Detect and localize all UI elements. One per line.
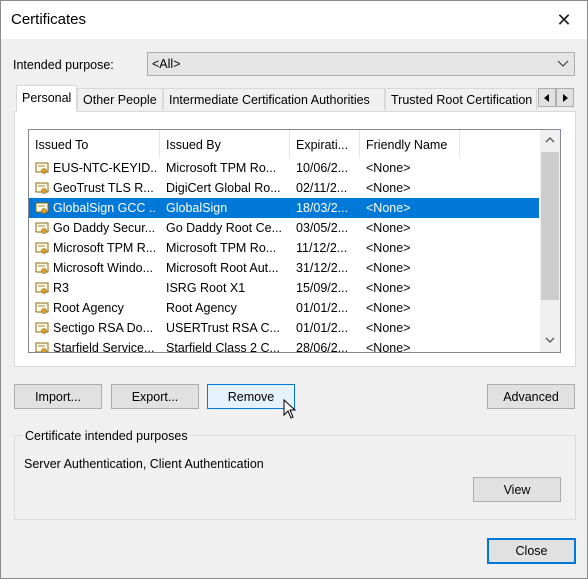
cell-expiration: 03/05/2... [296, 221, 349, 235]
cell-expiration: 01/01/2... [296, 321, 349, 335]
view-button[interactable]: View [473, 477, 561, 502]
cell-friendly-name: <None> [366, 321, 411, 335]
certificates-dialog: Certificates ✕ Intended purpose: <All> P… [0, 0, 588, 579]
cell-friendly-name: <None> [366, 301, 411, 315]
remove-button[interactable]: Remove [207, 384, 295, 409]
certificate-icon [35, 262, 49, 274]
certificate-icon [35, 342, 49, 352]
cell-issued-to: EUS-NTC-KEYID... [53, 161, 157, 175]
cell-issued-by: GlobalSign [166, 201, 228, 215]
tab-intermediate-ca[interactable]: Intermediate Certification Authorities [163, 88, 385, 110]
export-button[interactable]: Export... [111, 384, 199, 409]
cell-issued-to: Microsoft TPM R... [53, 241, 157, 255]
table-row[interactable]: Go Daddy Secur... Go Daddy Root Ce... 03/0… [29, 218, 539, 238]
tab-other-people-label: Other People [83, 93, 157, 107]
cell-issued-by: Go Daddy Root Ce... [166, 221, 282, 235]
intended-purpose-dropdown[interactable]: <All> [147, 52, 575, 76]
table-row[interactable]: Microsoft TPM R... Microsoft TPM Ro... 11/… [29, 238, 539, 258]
certificate-icon [35, 282, 49, 294]
vertical-scrollbar[interactable] [540, 130, 560, 352]
window-title: Certificates [11, 11, 87, 28]
certificate-icon [35, 222, 49, 234]
certificate-icon [35, 322, 49, 334]
certificate-icon [35, 202, 49, 214]
scroll-up-icon[interactable] [545, 136, 555, 144]
cell-friendly-name: <None> [366, 201, 411, 215]
table-row[interactable]: GeoTrust TLS R... DigiCert Global Ro... 02… [29, 178, 539, 198]
certificate-icon [35, 182, 49, 194]
column-header-expiration[interactable]: Expirati... [290, 130, 360, 158]
cell-issued-by: DigiCert Global Ro... [166, 181, 281, 195]
purposes-title: Certificate intended purposes [23, 429, 190, 443]
cell-issued-by: ISRG Root X1 [166, 281, 246, 295]
cell-friendly-name: <None> [366, 261, 411, 275]
tab-scroll-right-icon[interactable] [556, 88, 574, 107]
scroll-down-icon[interactable] [545, 336, 555, 344]
cell-friendly-name: <None> [366, 241, 411, 255]
cell-friendly-name: <None> [366, 341, 411, 353]
cell-issued-to: Starfield Service... [53, 341, 155, 353]
tab-intermediate-ca-label: Intermediate Certification Authorities [169, 93, 370, 107]
column-header-friendly-name[interactable]: Friendly Name [360, 130, 460, 158]
intended-purpose-label: Intended purpose: [13, 58, 114, 72]
cell-expiration: 28/06/2... [296, 341, 349, 353]
cell-issued-to: Root Agency [53, 301, 124, 315]
column-header-issued-to[interactable]: Issued To [29, 130, 160, 158]
tab-personal-label: Personal [22, 91, 72, 105]
cell-friendly-name: <None> [366, 181, 411, 195]
cell-expiration: 18/03/2... [296, 201, 349, 215]
certificate-icon [35, 242, 49, 254]
cell-issued-by: Microsoft TPM Ro... [166, 161, 277, 175]
tab-trusted-root-ca[interactable]: Trusted Root Certification [385, 88, 537, 110]
table-row[interactable]: Sectigo RSA Do... USERTrust RSA C... 01/01… [29, 318, 539, 338]
cell-issued-by: USERTrust RSA C... [166, 321, 280, 335]
import-button[interactable]: Import... [14, 384, 102, 409]
cell-friendly-name: <None> [366, 221, 411, 235]
cell-issued-by: Starfield Class 2 C... [166, 341, 280, 353]
column-header-issued-by[interactable]: Issued By [160, 130, 290, 158]
table-row[interactable]: GlobalSign GCC ... GlobalSign 18/03/2... <N… [29, 198, 539, 218]
purposes-text: Server Authentication, Client Authentica… [24, 457, 264, 471]
cell-expiration: 02/11/2... [296, 181, 348, 195]
certificate-icon [35, 302, 49, 314]
mouse-pointer-icon [283, 399, 297, 419]
cell-issued-by: Microsoft TPM Ro... [166, 241, 277, 255]
table-row[interactable]: Starfield Service... Starfield Class 2 C.… [29, 338, 539, 353]
cell-issued-to: Sectigo RSA Do... [53, 321, 154, 335]
cell-expiration: 15/09/2... [296, 281, 349, 295]
cell-expiration: 10/06/2... [296, 161, 349, 175]
advanced-button[interactable]: Advanced [487, 384, 575, 409]
cell-expiration: 31/12/2... [296, 261, 349, 275]
cell-expiration: 01/01/2... [296, 301, 349, 315]
cell-issued-by: Microsoft Root Aut... [166, 261, 279, 275]
certificate-icon [35, 162, 49, 174]
table-row[interactable]: Microsoft Windo... Microsoft Root Aut... 3… [29, 258, 539, 278]
table-row[interactable]: Root Agency Root Agency 01/01/2... <None> [29, 298, 539, 318]
cell-issued-to: Microsoft Windo... [53, 261, 154, 275]
cell-issued-to: Go Daddy Secur... [53, 221, 156, 235]
title-bar: Certificates ✕ [1, 1, 587, 39]
cell-friendly-name: <None> [366, 161, 411, 175]
tab-personal[interactable]: Personal [16, 85, 77, 112]
close-icon[interactable]: ✕ [541, 1, 587, 39]
table-row[interactable]: EUS-NTC-KEYID... Microsoft TPM Ro... 10/06… [29, 158, 539, 178]
cell-issued-to: R3 [53, 281, 69, 295]
table-row[interactable]: R3 ISRG Root X1 15/09/2... <None> [29, 278, 539, 298]
cell-expiration: 11/12/2... [296, 241, 348, 255]
cell-friendly-name: <None> [366, 281, 411, 295]
close-button[interactable]: Close [487, 538, 576, 564]
scrollbar-thumb[interactable] [541, 152, 559, 300]
intended-purpose-value: <All> [152, 57, 181, 71]
cell-issued-to: GlobalSign GCC ... [53, 201, 157, 215]
chevron-down-icon [557, 60, 569, 67]
tab-trusted-root-ca-label: Trusted Root Certification [391, 93, 533, 107]
cell-issued-by: Root Agency [166, 301, 237, 315]
cell-issued-to: GeoTrust TLS R... [53, 181, 154, 195]
certificate-list[interactable]: Issued To Issued By Expirati... Friendly… [28, 129, 561, 353]
tab-other-people[interactable]: Other People [77, 88, 163, 110]
tab-scroll-left-icon[interactable] [538, 88, 556, 107]
